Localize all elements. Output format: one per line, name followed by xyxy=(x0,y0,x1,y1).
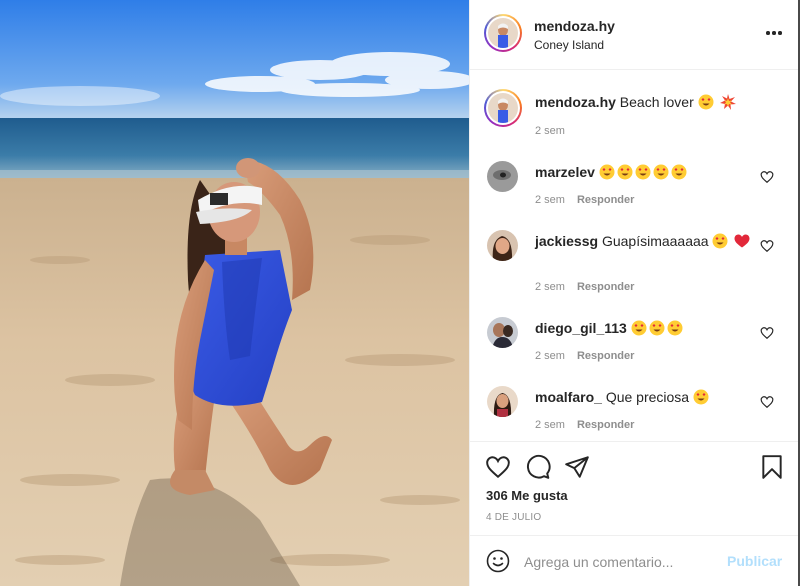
comment-meta: 2 sem Responder xyxy=(535,194,634,206)
caption-time[interactable]: 2 sem xyxy=(535,125,565,137)
avatar-photo-image xyxy=(487,317,518,348)
comment-time[interactable]: 2 sem xyxy=(535,281,565,293)
comment-text: diego_gil_113 xyxy=(535,319,757,337)
commenter-avatar[interactable] xyxy=(487,386,518,417)
comment-time[interactable]: 2 sem xyxy=(535,350,565,362)
comment-time[interactable]: 2 sem xyxy=(535,419,565,431)
like-comment-heart-icon[interactable] xyxy=(760,395,774,409)
reply-button[interactable]: Responder xyxy=(577,281,634,293)
commenter-username[interactable]: jackiessg xyxy=(535,233,598,249)
post-actions: 306 Me gusta 4 DE JULIO xyxy=(470,441,799,536)
author-username[interactable]: mendoza.hy xyxy=(534,18,615,34)
more-options-icon[interactable] xyxy=(766,25,784,41)
comment-text: moalfaro_ Que preciosa xyxy=(535,388,757,406)
caption-body: Beach lover xyxy=(619,94,694,110)
heart-eyes-emoji-icon xyxy=(671,164,687,180)
like-comment-heart-icon[interactable] xyxy=(760,239,774,253)
post-photo[interactable] xyxy=(0,0,469,586)
comment-meta: 2 sem Responder xyxy=(535,350,634,362)
commenter-avatar[interactable] xyxy=(487,317,518,348)
caption-text: mendoza.hy Beach lover xyxy=(535,93,757,111)
comment-input[interactable] xyxy=(524,551,720,573)
commenter-avatar[interactable] xyxy=(487,230,518,261)
beach-photo-image xyxy=(0,0,469,586)
author-avatar[interactable] xyxy=(484,14,522,52)
heart-eyes-emoji-group xyxy=(631,320,685,336)
heart-eyes-emoji-icon xyxy=(693,389,709,405)
heart-eyes-emoji-icon xyxy=(617,164,633,180)
post-location[interactable]: Coney Island xyxy=(534,38,604,52)
comment-time[interactable]: 2 sem xyxy=(535,194,565,206)
collision-emoji-icon xyxy=(719,94,736,110)
comment-composer: Publicar xyxy=(470,535,799,586)
post-header: mendoza.hy Coney Island xyxy=(470,0,799,70)
like-count[interactable]: 306 Me gusta xyxy=(486,488,568,503)
avatar-photo-image xyxy=(488,93,518,123)
like-comment-heart-icon[interactable] xyxy=(760,326,774,340)
reply-button[interactable]: Responder xyxy=(577,194,634,206)
avatar-photo-image xyxy=(487,386,518,417)
commenter-username[interactable]: marzelev xyxy=(535,164,595,180)
heart-eyes-emoji-icon xyxy=(667,320,683,336)
red-heart-emoji-icon xyxy=(734,234,750,248)
like-comment-heart-icon[interactable] xyxy=(760,170,774,184)
heart-eyes-emoji-icon xyxy=(712,233,728,249)
heart-icon[interactable] xyxy=(485,454,511,480)
comment-meta: 2 sem Responder xyxy=(535,281,634,293)
heart-eyes-emoji-icon xyxy=(631,320,647,336)
caption-avatar[interactable] xyxy=(484,89,522,127)
heart-eyes-emoji-icon xyxy=(649,320,665,336)
heart-eyes-emoji-icon xyxy=(698,94,714,110)
comment-meta: 2 sem Responder xyxy=(535,419,634,431)
avatar-photo-image xyxy=(487,161,518,192)
avatar-photo-image xyxy=(488,18,518,48)
post-sidebar: mendoza.hy Coney Island mendoza.hy Beach… xyxy=(469,0,799,586)
heart-eyes-emoji-icon xyxy=(635,164,651,180)
bookmark-icon[interactable] xyxy=(759,454,785,480)
caption-username[interactable]: mendoza.hy xyxy=(535,94,616,110)
comment-text: jackiessg Guapísimaaaaaa xyxy=(535,232,757,250)
comments-list[interactable]: mendoza.hy Beach lover 2 sem marzelev 2 … xyxy=(470,71,799,441)
comment-body: Que preciosa xyxy=(605,389,690,405)
comment-body: Guapísimaaaaaa xyxy=(601,233,709,249)
commenter-avatar[interactable] xyxy=(487,161,518,192)
reply-button[interactable]: Responder xyxy=(577,419,634,431)
commenter-username[interactable]: diego_gil_113 xyxy=(535,320,627,336)
paper-plane-icon[interactable] xyxy=(564,454,590,480)
heart-eyes-emoji-icon xyxy=(599,164,615,180)
comment-bubble-icon[interactable] xyxy=(525,454,551,480)
reply-button[interactable]: Responder xyxy=(577,350,634,362)
commenter-username[interactable]: moalfaro_ xyxy=(535,389,602,405)
post-date[interactable]: 4 DE JULIO xyxy=(486,512,541,523)
publish-button[interactable]: Publicar xyxy=(727,553,782,569)
heart-eyes-emoji-group xyxy=(599,164,689,180)
comment-text: marzelev xyxy=(535,163,757,181)
avatar-photo-image xyxy=(487,230,518,261)
heart-eyes-emoji-icon xyxy=(653,164,669,180)
smiley-icon[interactable] xyxy=(486,549,510,573)
